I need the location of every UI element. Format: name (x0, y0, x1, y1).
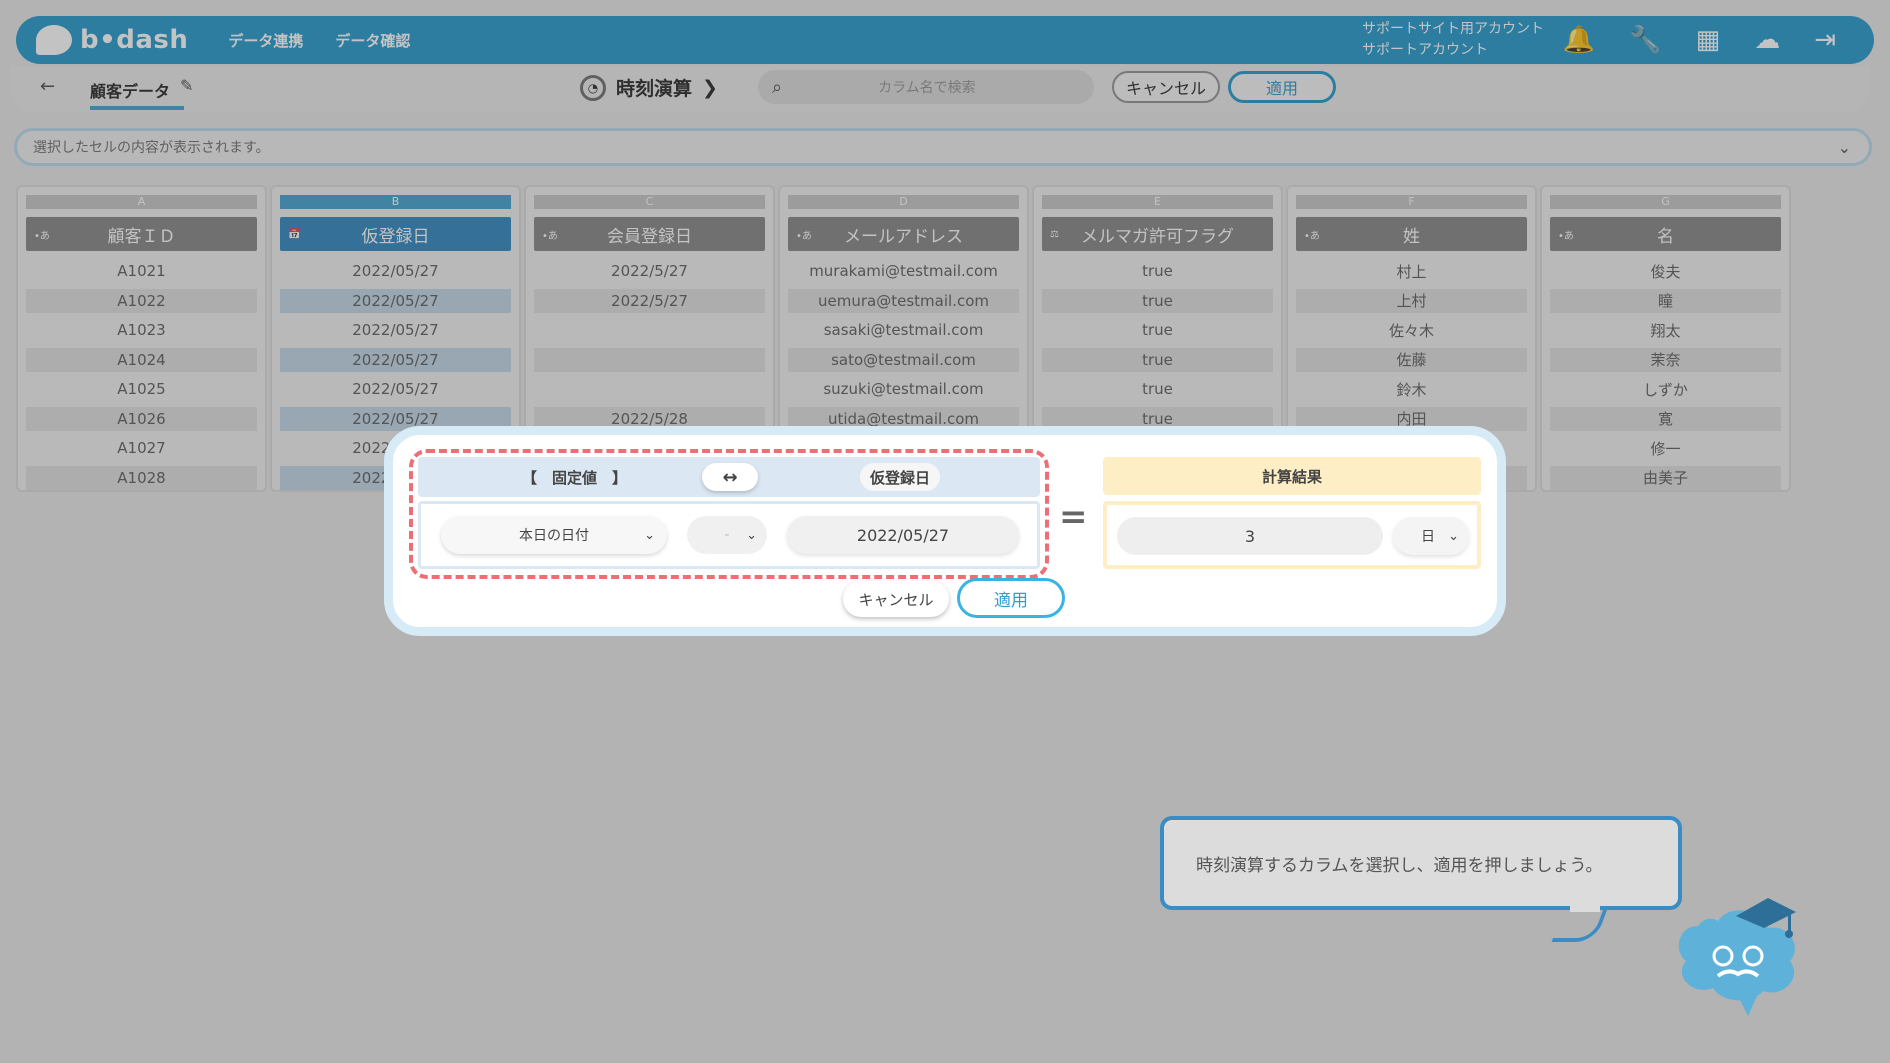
formula-header: 【 固定値 】 ↔ 仮登録日 (418, 457, 1040, 497)
fixed-value-label: 【 固定値 】 (522, 469, 628, 487)
guide-speech-bubble: 時刻演算するカラムを選択し、適用を押しましょう。 (1160, 816, 1682, 910)
result-body: 3 日 ⌄ (1103, 501, 1481, 569)
result-value: 3 (1117, 517, 1383, 555)
operator-select[interactable]: - ⌄ (687, 516, 767, 554)
guide-text: 時刻演算するカラムを選択し、適用を押しましょう。 (1196, 855, 1603, 876)
dialog-cancel-button[interactable]: キャンセル (843, 581, 949, 617)
result-header: 計算結果 (1103, 457, 1481, 495)
chevron-down-icon: ⌄ (644, 527, 655, 543)
operator-value: - (724, 527, 730, 543)
equals-sign: = (1059, 497, 1088, 537)
date-source-select[interactable]: 本日の日付 ⌄ (441, 516, 667, 554)
result-unit-select[interactable]: 日 ⌄ (1393, 517, 1469, 555)
column-label[interactable]: 仮登録日 (860, 463, 941, 491)
result-unit-value: 日 (1421, 529, 1435, 545)
dialog-apply-button[interactable]: 適用 (957, 578, 1065, 618)
mascot-brain-icon (1678, 898, 1796, 1016)
time-calc-dialog: 【 固定値 】 ↔ 仮登録日 本日の日付 ⌄ - ⌄ 2022/05/27 = … (384, 426, 1506, 636)
swap-button[interactable]: ↔ (702, 463, 758, 491)
date-value-field[interactable]: 2022/05/27 (787, 516, 1019, 554)
chevron-down-icon: ⌄ (746, 527, 757, 543)
chevron-down-icon: ⌄ (1448, 528, 1459, 544)
date-source-value: 本日の日付 (519, 528, 589, 544)
formula-body: 本日の日付 ⌄ - ⌄ 2022/05/27 (418, 501, 1040, 569)
